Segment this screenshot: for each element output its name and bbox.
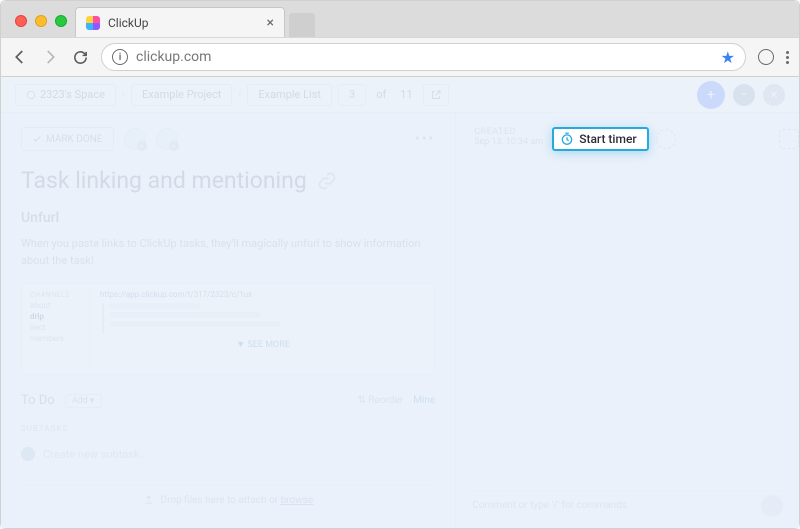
browser-window: ClickUp × i clickup.com ★: [0, 0, 800, 529]
task-description[interactable]: When you paste links to ClickUp tasks, t…: [21, 236, 435, 269]
browser-menu-icon[interactable]: [786, 51, 789, 64]
maximize-window-icon[interactable]: [55, 15, 67, 27]
start-timer-button[interactable]: Start timer: [552, 127, 648, 151]
slack-embed-preview: CHANNELS about drip hect members https:/…: [21, 283, 435, 375]
minimize-window-icon[interactable]: [35, 15, 47, 27]
breadcrumb-bar: 2323's Space › Example Project › Example…: [1, 77, 799, 113]
link-icon: [317, 171, 337, 191]
reorder-button[interactable]: ⇅ Reorder: [358, 395, 404, 406]
crumb-index: 3: [338, 84, 366, 106]
crumb-list[interactable]: Example List: [247, 84, 332, 106]
chevron-right-icon: ›: [238, 89, 241, 100]
chevron-right-icon: ›: [122, 89, 125, 100]
mark-done-button[interactable]: MARK DONE: [21, 127, 114, 151]
clickup-favicon-icon: [86, 16, 100, 30]
section-heading: Unfurl: [21, 210, 435, 226]
header-actions: + − ×: [697, 81, 785, 109]
subtasks-label: SUBTASKS: [21, 424, 435, 433]
embed-channel: members: [30, 333, 85, 344]
more-menu-icon[interactable]: •••: [415, 131, 435, 147]
tag-add-button[interactable]: +: [156, 128, 178, 150]
comment-input[interactable]: Comment or type '/' for commands: [466, 490, 789, 520]
site-info-icon[interactable]: i: [112, 49, 128, 65]
expand-button[interactable]: [779, 129, 799, 149]
browser-tab[interactable]: ClickUp ×: [75, 7, 285, 37]
url-text: clickup.com: [136, 49, 713, 65]
task-main-panel: MARK DONE + + ••• Task linking and menti…: [1, 113, 456, 528]
tab-title: ClickUp: [108, 16, 149, 30]
clickup-task-view: 2323's Space › Example Project › Example…: [1, 77, 799, 528]
browser-tabbar: ClickUp ×: [1, 1, 799, 37]
attachment-dropzone[interactable]: Drop files here to attach or browse: [21, 485, 435, 514]
assignee-add-button[interactable]: +: [124, 128, 146, 150]
new-subtask-input[interactable]: Create new subtask...: [21, 447, 435, 461]
crumb-of: of: [372, 84, 390, 106]
task-title[interactable]: Task linking and mentioning: [21, 167, 435, 194]
url-box[interactable]: i clickup.com ★: [101, 43, 746, 71]
add-todo-button[interactable]: Add ▾: [65, 394, 102, 408]
send-comment-button[interactable]: [761, 495, 783, 517]
window-controls: [9, 15, 75, 37]
reload-button[interactable]: [71, 48, 89, 66]
mine-filter-link[interactable]: Mine: [413, 395, 435, 406]
close-window-icon[interactable]: [15, 15, 27, 27]
extension-icon[interactable]: [758, 49, 774, 65]
crumb-space[interactable]: 2323's Space: [15, 84, 116, 106]
subtask-status-icon: [21, 447, 35, 461]
browser-addressbar: i clickup.com ★: [1, 37, 799, 77]
crumb-project[interactable]: Example Project: [131, 84, 232, 106]
new-tab-button[interactable]: [289, 13, 315, 37]
task-side-panel: CREATED Sep 13, 10:34 am Start timer Com…: [456, 113, 799, 528]
add-button[interactable]: +: [697, 81, 725, 109]
embed-channel: drip: [30, 311, 85, 322]
page-viewport: 2323's Space › Example Project › Example…: [1, 77, 799, 528]
embed-channel: about: [30, 300, 85, 311]
forward-button: [41, 48, 59, 66]
tab-close-icon[interactable]: ×: [267, 15, 274, 31]
close-button[interactable]: ×: [763, 84, 785, 106]
back-button[interactable]: [11, 48, 29, 66]
embed-channel: hect: [30, 322, 85, 333]
todo-label: To Do: [21, 393, 55, 408]
minimize-button[interactable]: −: [733, 84, 755, 106]
bookmark-star-icon[interactable]: ★: [721, 48, 735, 67]
crumb-total: 11: [396, 84, 416, 106]
open-external-button[interactable]: [423, 84, 449, 106]
timer-icon: [560, 132, 574, 146]
see-more-link[interactable]: ▼ SEE MORE: [100, 339, 426, 350]
